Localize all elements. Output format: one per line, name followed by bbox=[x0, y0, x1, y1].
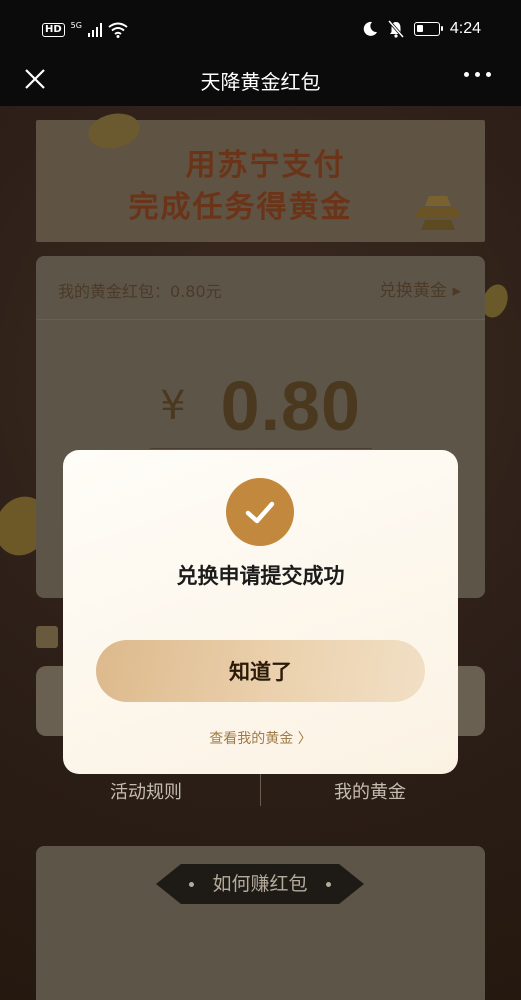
footer-links: 活动规则 我的黄金 bbox=[0, 772, 521, 812]
promo-banner: 用苏宁支付 完成任务得黄金 bbox=[36, 108, 485, 242]
battery-icon bbox=[413, 22, 443, 36]
gold-bars-icon bbox=[415, 196, 461, 230]
dot-icon bbox=[325, 882, 331, 887]
status-bar: HD 5G 4:24 bbox=[0, 0, 521, 58]
success-dialog: 兑换申请提交成功 知道了 查看我的黄金 〉 bbox=[63, 450, 458, 774]
status-right: 4:24 bbox=[362, 20, 481, 38]
wifi-icon bbox=[108, 22, 129, 38]
amount-value: 0.80 bbox=[220, 367, 361, 445]
banner-line-2: 完成任务得黄金 bbox=[128, 190, 353, 225]
exchange-gold-link[interactable]: 兑换黄金 ▸ bbox=[379, 276, 461, 301]
hd-badge: HD bbox=[42, 23, 65, 37]
amount-underline bbox=[150, 448, 372, 449]
card-header: 我的黄金红包：0.80元 兑换黄金 ▸ bbox=[36, 256, 485, 320]
status-left: HD 5G bbox=[42, 21, 129, 38]
link-divider bbox=[260, 774, 261, 806]
dialog-title: 兑换申请提交成功 bbox=[176, 564, 345, 588]
view-my-gold-link[interactable]: 查看我的黄金 〉 bbox=[63, 728, 458, 748]
how-to-earn-title: 如何赚红包 bbox=[156, 864, 364, 904]
dot-icon bbox=[189, 882, 195, 887]
clock: 4:24 bbox=[449, 20, 481, 37]
success-check-icon bbox=[226, 478, 294, 546]
how-title-text: 如何赚红包 bbox=[212, 873, 308, 895]
got-it-button[interactable]: 知道了 bbox=[96, 640, 425, 702]
more-icon[interactable] bbox=[464, 72, 491, 77]
amount-display: ¥ 0.80 bbox=[36, 366, 485, 446]
signal-icon bbox=[87, 23, 103, 37]
nav-bar: 天降黄金红包 bbox=[0, 58, 521, 106]
balance-label: 我的黄金红包：0.80元 bbox=[58, 282, 222, 301]
currency-symbol: ¥ bbox=[160, 383, 186, 429]
page-title: 天降黄金红包 bbox=[200, 70, 321, 94]
how-to-earn-card: 如何赚红包 bbox=[36, 846, 485, 1000]
agreement-checkbox[interactable] bbox=[36, 626, 58, 648]
activity-rules-link[interactable]: 活动规则 bbox=[110, 778, 182, 804]
network-type: 5G bbox=[70, 21, 82, 30]
bell-muted-icon bbox=[387, 20, 404, 38]
moon-icon bbox=[363, 21, 377, 36]
my-gold-link[interactable]: 我的黄金 bbox=[334, 778, 406, 804]
